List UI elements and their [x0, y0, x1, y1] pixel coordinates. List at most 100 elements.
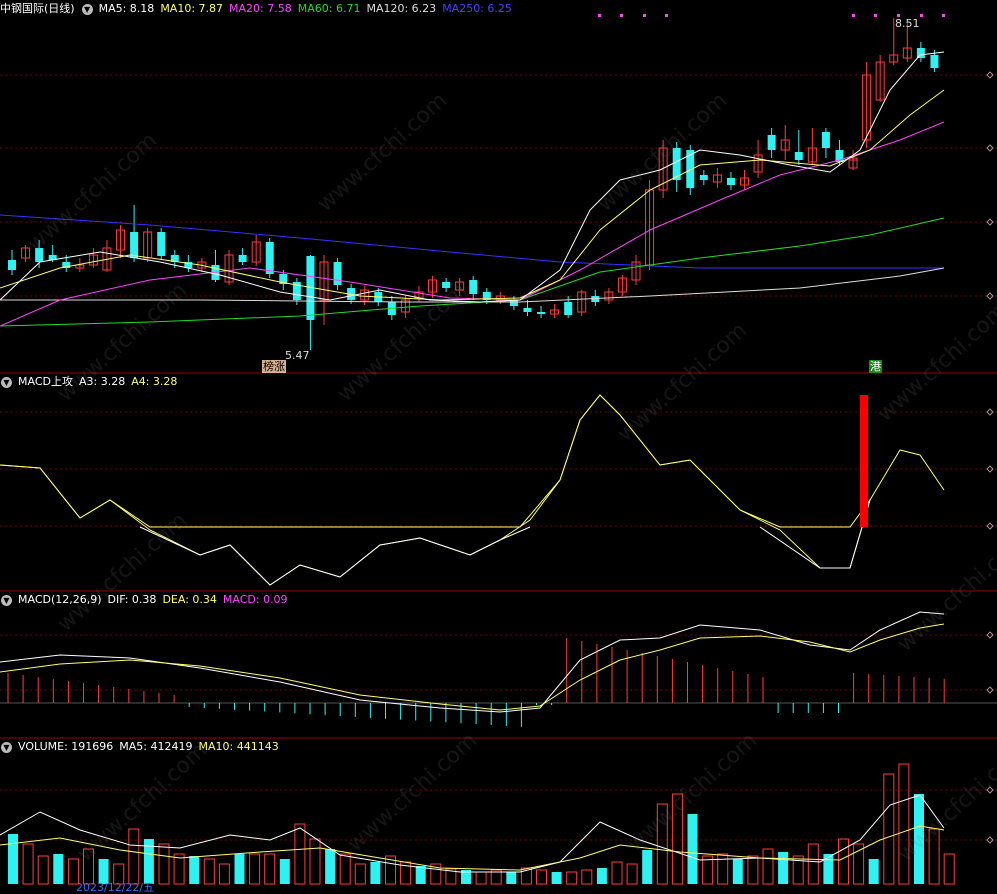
volume-bar [53, 854, 64, 884]
volume-bar [339, 853, 351, 885]
volume-bar [823, 854, 834, 884]
volume-bar [22, 843, 34, 885]
volume-bar [898, 763, 910, 885]
volume-bar [234, 854, 245, 884]
signal-dot [665, 14, 668, 17]
volume-bar [189, 856, 200, 884]
volume-bar [536, 869, 547, 885]
dea-value: DEA: 0.34 [162, 593, 217, 606]
volume-bar [203, 858, 215, 885]
macd-attack-line-white [139, 526, 531, 586]
volume-bar [158, 843, 170, 885]
signal-dot [598, 14, 601, 17]
candle-body [699, 175, 708, 180]
volume-bar [762, 848, 774, 885]
volume-bar [778, 852, 789, 884]
chevron-down-icon[interactable]: ▼ [1, 376, 12, 388]
main-chart-header: 中钢国际(日线) ▼ MA5: 8.18 MA10: 7.87 MA20: 7.… [0, 0, 512, 18]
volume-bar [581, 869, 593, 885]
macd-indicator-name[interactable]: MACD(12,26,9) [18, 591, 102, 609]
volume-value[interactable]: VOLUME: 191696 [18, 738, 113, 756]
candle-body [35, 248, 44, 262]
ma60-line [0, 217, 945, 327]
stock-title[interactable]: 中钢国际(日线) [0, 0, 75, 18]
volume-bar [642, 850, 653, 884]
candle-body [238, 255, 247, 262]
signal-tag-right[interactable]: 港 [869, 360, 882, 373]
volume-bar [853, 843, 865, 885]
ma250-value: MA250: 6.25 [442, 2, 512, 15]
signal-tag-left[interactable]: 榜涨 [262, 360, 286, 373]
volume-bar [928, 828, 940, 885]
candle-body [8, 260, 16, 270]
dif-value: DIF: 0.38 [107, 593, 157, 606]
volume-bar [566, 871, 578, 885]
ma10-value: MA10: 7.87 [160, 2, 224, 15]
signal-dot [942, 14, 945, 17]
macd-attack-line-a3 [0, 394, 871, 528]
candle-body [333, 262, 342, 285]
macd-attack-header: ▼ MACD上攻 A3: 3.28 A4: 3.28 [0, 373, 177, 391]
ma60-value: MA60: 6.71 [297, 2, 361, 15]
chevron-down-icon[interactable]: ▼ [1, 741, 12, 753]
candle-body [726, 178, 735, 185]
macd-value: MACD: 0.09 [222, 593, 288, 606]
volume-bar [868, 859, 879, 884]
ma250-line [0, 214, 944, 269]
chevron-down-icon[interactable]: ▼ [1, 594, 12, 606]
candle-body [537, 312, 546, 314]
a3-value: A3: 3.28 [78, 375, 126, 388]
macd-attack-line-white-2 [759, 499, 871, 569]
a4-value: A4: 3.28 [131, 375, 178, 388]
volume-bar [309, 838, 321, 885]
volume-bar [671, 793, 683, 885]
volume-bar [279, 859, 290, 884]
candlestick-chart-svg[interactable] [0, 0, 997, 894]
volume-ma5-line [0, 794, 945, 873]
high-price-label: 8.51 [895, 17, 920, 30]
volume-bar [370, 862, 381, 884]
ma5-line [0, 51, 945, 303]
ma20-value: MA20: 7.58 [229, 2, 292, 15]
candle-body [130, 232, 139, 258]
volume-bar [294, 823, 306, 885]
chevron-down-icon[interactable]: ▼ [81, 3, 93, 15]
volume-bar [8, 834, 18, 884]
chart-stage[interactable]: www.cfchi.com www.cfchi.com www.cfchi.com w… [0, 0, 997, 894]
volume-bar [732, 859, 743, 884]
candle-body [157, 232, 166, 256]
volume-bar [626, 863, 638, 885]
candle-body [821, 132, 830, 148]
volume-bar [354, 863, 366, 885]
signal-dot [874, 14, 877, 17]
volume-ma10-value: MA10: 441143 [198, 740, 279, 753]
candle-body [794, 152, 803, 160]
volume-bar [596, 868, 607, 884]
volume-bar [37, 855, 49, 885]
volume-bar [656, 803, 668, 885]
volume-bar [747, 855, 759, 885]
volume-bar [807, 843, 819, 885]
volume-ma10-line [0, 825, 945, 871]
volume-bar [506, 872, 517, 884]
signal-dot [852, 14, 855, 17]
attack-signal-bar [860, 395, 868, 527]
candle-body [930, 55, 939, 68]
volume-header: ▼ VOLUME: 191696 MA5: 412419 MA10: 44114… [0, 738, 279, 756]
volume-bar [218, 863, 230, 885]
volume-bar [838, 838, 849, 885]
low-price-label: 5.47 [285, 349, 310, 362]
ma120-value: MA120: 6.23 [366, 2, 437, 15]
candle-body [265, 242, 274, 274]
candle-body [442, 282, 451, 288]
volume-bar [325, 849, 336, 884]
ma5-value: MA5: 8.18 [98, 2, 155, 15]
attack-indicator-name[interactable]: MACD上攻 [18, 373, 73, 391]
dif-line [0, 611, 945, 713]
volume-bar [717, 853, 729, 885]
candle-body [523, 308, 532, 312]
macd-header: ▼ MACD(12,26,9) DIF: 0.38 DEA: 0.34 MACD… [0, 591, 288, 609]
bottom-date-label: 2023/12/22/五 [76, 881, 155, 894]
volume-bar [415, 866, 426, 884]
volume-bar [611, 861, 623, 885]
